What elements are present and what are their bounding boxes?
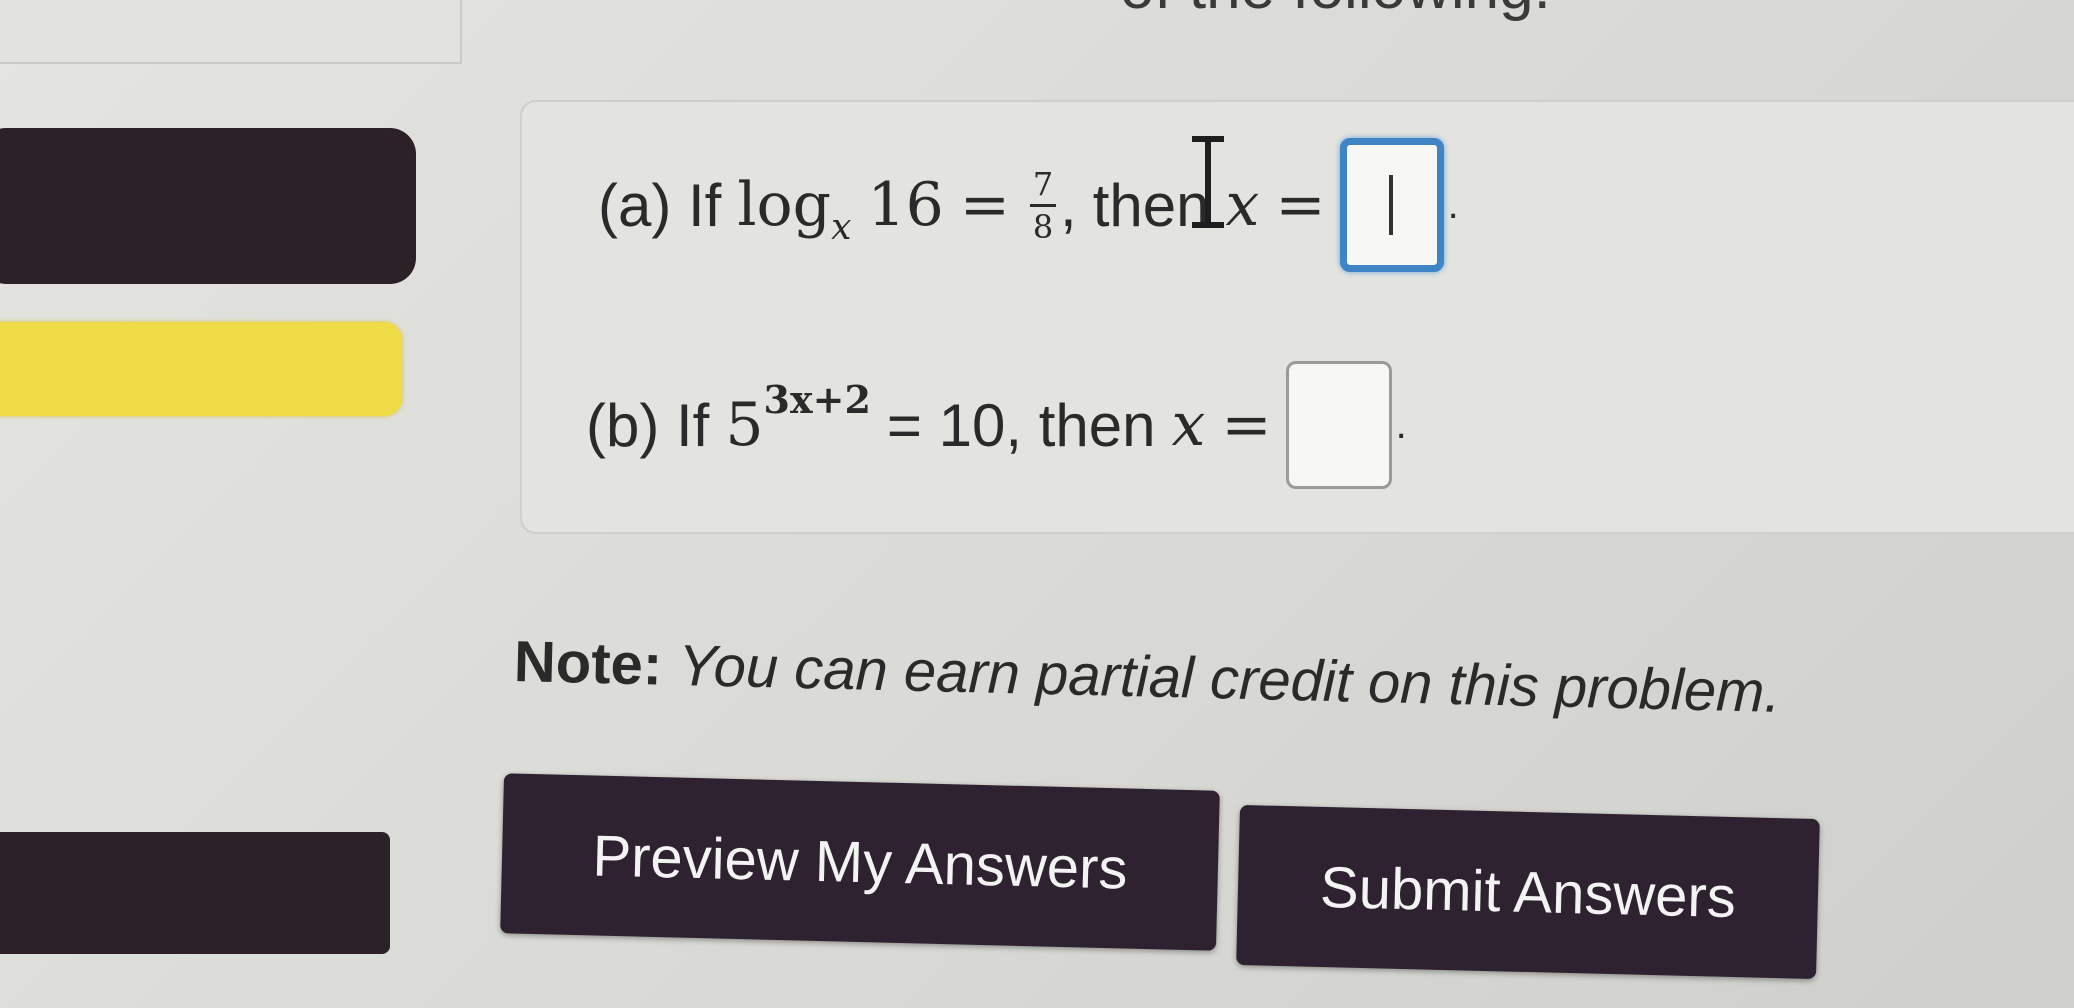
ibeam-cursor-icon (1192, 136, 1224, 228)
problem-part-a: (a) If log x 16 = 7 8 , then x = . (598, 138, 1459, 272)
variable-x: x (1171, 390, 1206, 460)
fraction-denominator: 8 (1032, 207, 1054, 246)
problem-part-b: (b) If 5 3x+2 = 10, then x = . (586, 361, 1407, 489)
problem-intro-text: of the following. (1120, 0, 1551, 23)
equals-sign: = (1221, 390, 1272, 460)
part-b-label: (b) If (586, 391, 710, 459)
sidebar-dark-block[interactable] (0, 128, 416, 284)
log-argument: 16 (867, 170, 944, 240)
fraction-numerator: 7 (1032, 164, 1054, 203)
sidebar-dark-block-bottom[interactable] (0, 832, 390, 954)
preview-answers-button[interactable]: Preview My Answers (500, 773, 1220, 951)
submit-answers-button[interactable]: Submit Answers (1236, 804, 1820, 980)
answer-input-b[interactable] (1285, 361, 1392, 489)
webwork-problem-screen: of the following. (a) If log x 16 = 7 8 … (0, 0, 2074, 1008)
partial-credit-note: Note: You can earn partial credit on thi… (513, 628, 1781, 726)
equation-rhs-text: = 10, then (886, 391, 1156, 459)
note-body: You can earn partial credit on this prob… (677, 633, 1782, 725)
exponent-base: 5 (725, 390, 764, 460)
comma: , (1060, 171, 1077, 239)
text-caret (1388, 175, 1393, 235)
note-label: Note: (513, 629, 663, 698)
answer-input-a[interactable] (1339, 138, 1444, 272)
part-a-label: (a) If (598, 171, 722, 239)
exponent-power: 3x+2 (763, 376, 871, 422)
fraction-seven-eighths: 7 8 (1030, 164, 1057, 246)
log-word: log (737, 170, 832, 240)
equals-sign: = (959, 170, 1011, 240)
sidebar-highlighted-item[interactable] (0, 322, 402, 416)
period: . (1395, 402, 1407, 447)
variable-x: x (1225, 170, 1260, 240)
period: . (1447, 182, 1459, 227)
top-left-panel (0, 0, 462, 64)
equals-sign: = (1275, 170, 1326, 240)
log-base: x (831, 206, 852, 248)
